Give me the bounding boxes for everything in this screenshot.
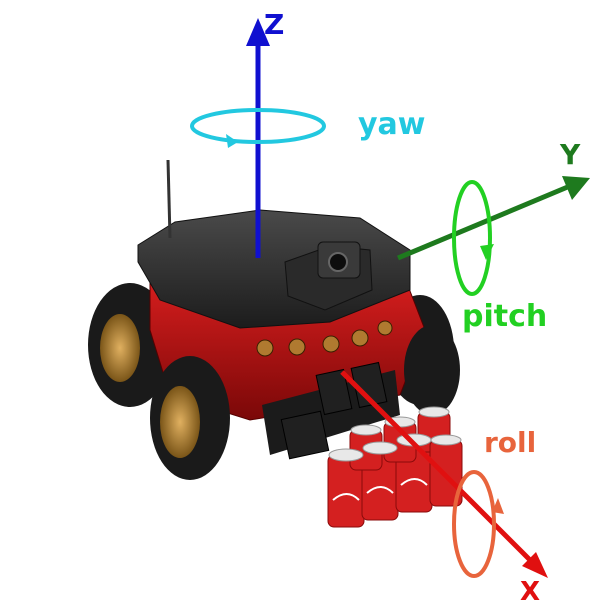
z-axis-label: Z [264,8,284,41]
front-right-wheel [404,325,460,415]
pitch-label: pitch [462,299,547,334]
x-axis-label: X [520,577,540,607]
y-axis-label: Y [559,138,581,171]
pitch-rotation-arrow [452,180,494,296]
front-left-wheel [150,356,230,480]
roll-label: roll [484,426,536,459]
y-axis [397,176,590,261]
yaw-label: yaw [358,107,426,142]
robot-image [88,159,463,528]
robot-axes-diagram: Z yaw Y pitch roll X [0,0,608,614]
antenna [166,159,172,239]
